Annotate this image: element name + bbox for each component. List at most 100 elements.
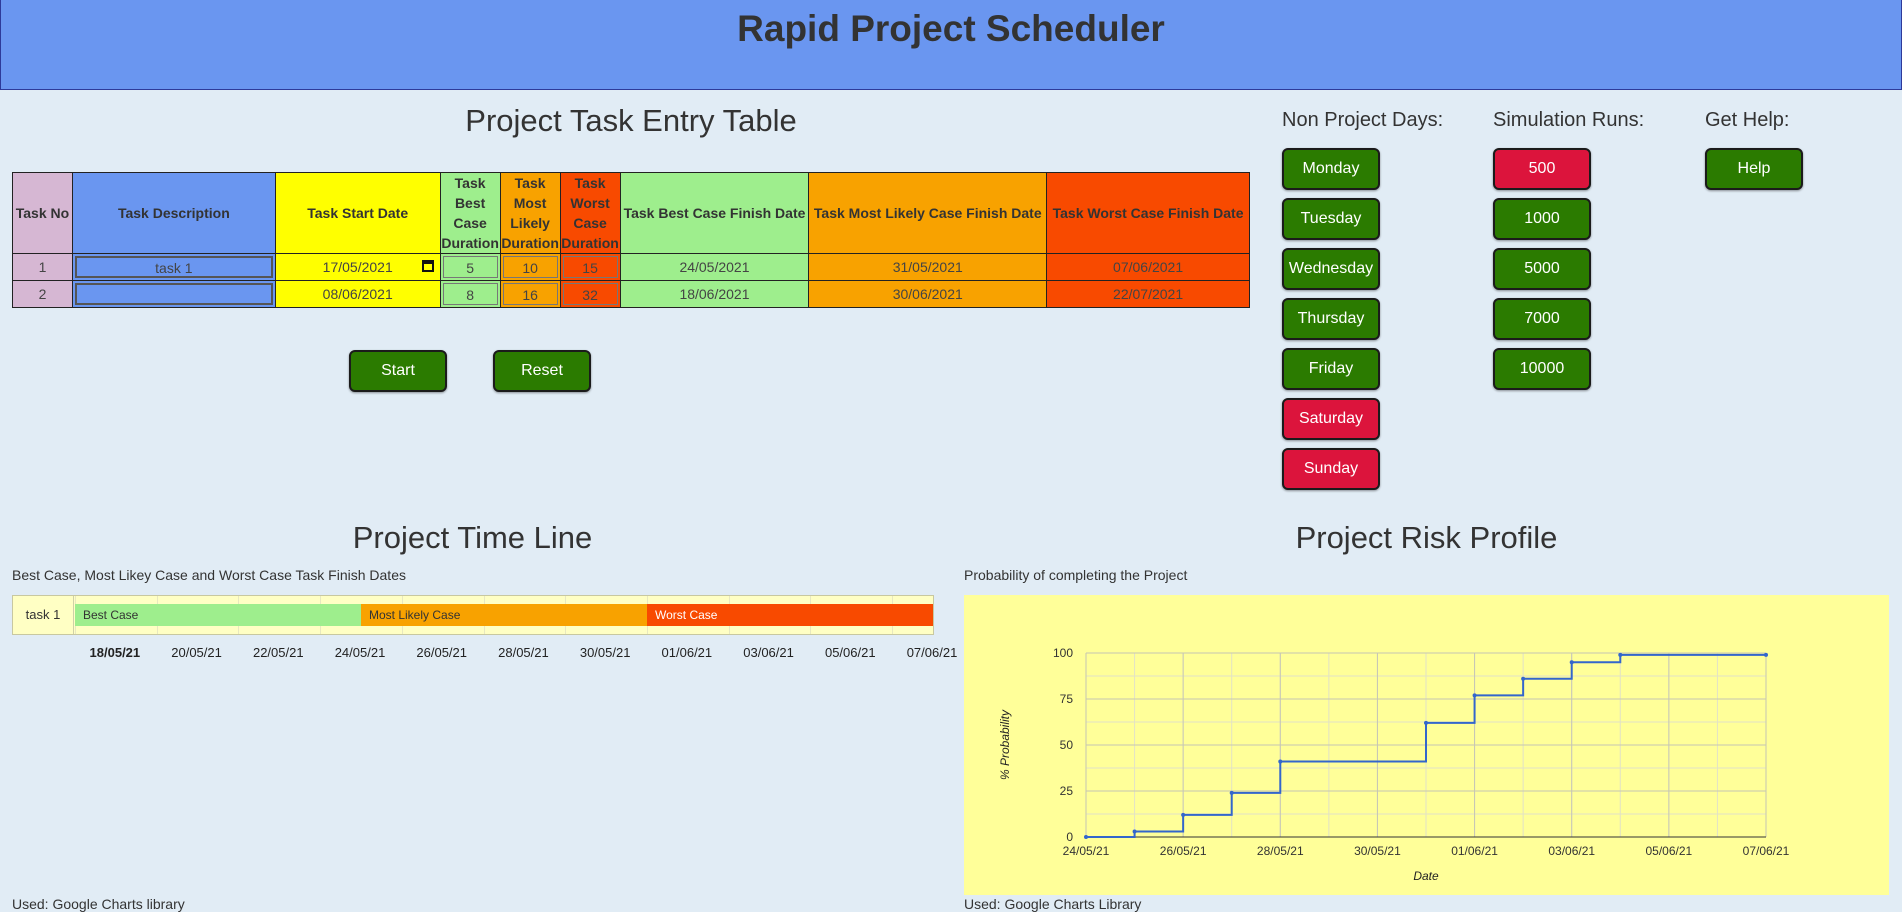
runs-button-1000[interactable]: 1000 [1493, 198, 1591, 240]
risk-subtitle: Probability of completing the Project [964, 567, 1188, 583]
likely-duration-input[interactable]: 16 [502, 283, 558, 305]
runs-button-10000[interactable]: 10000 [1493, 348, 1591, 390]
col-best-duration-l3: Case [453, 215, 487, 231]
worst-finish-cell: 22/07/2021 [1046, 280, 1250, 308]
timeline-bar-0[interactable]: Best Case [75, 604, 361, 626]
risk-x-tick-label: 28/05/21 [1257, 844, 1304, 858]
task-entry-table: Task No Task Description Task Start Date… [12, 172, 1250, 308]
timeline-bar-2[interactable]: Worst Case [647, 604, 933, 626]
start-button[interactable]: Start [349, 350, 447, 392]
timeline-tick-label: 18/05/21 [89, 645, 141, 660]
app-title: Rapid Project Scheduler [737, 8, 1165, 49]
calendar-icon[interactable] [421, 260, 434, 272]
worst-duration-cell: 15 [559, 253, 621, 281]
col-task-description: Task Description [71, 172, 276, 254]
col-likely-duration-l2: Most [513, 195, 547, 211]
reset-button[interactable]: Reset [493, 350, 591, 392]
timeline-tick-label: 05/06/21 [824, 645, 876, 660]
day-button-thursday[interactable]: Thursday [1282, 298, 1380, 340]
day-button-monday[interactable]: Monday [1282, 148, 1380, 190]
timeline-title: Project Time Line [352, 520, 593, 555]
best-finish-cell: 18/06/2021 [619, 280, 810, 308]
col-worst-duration-l3: Case [573, 215, 607, 231]
task-table-title: Project Task Entry Table [465, 103, 797, 138]
help-button[interactable]: Help [1705, 148, 1803, 190]
timeline-footer: Used: Google Charts library [12, 896, 185, 912]
risk-y-tick-label: 0 [1066, 830, 1073, 844]
risk-x-tick-label: 26/05/21 [1160, 844, 1207, 858]
risk-x-tick-label: 05/06/21 [1645, 844, 1692, 858]
col-best-duration-l4: Duration [441, 235, 499, 251]
col-best-duration: Task Best Case Duration [439, 172, 501, 254]
risk-chart: 24/05/21 26/05/21 28/05/21 30/05/21 01/06/21… [964, 595, 1889, 895]
task-start-date-value: 08/06/2021 [322, 286, 393, 302]
risk-data-point [1278, 759, 1283, 764]
timeline-tick-label: 24/05/21 [334, 645, 386, 660]
risk-footer: Used: Google Charts Library [964, 896, 1142, 912]
get-help-title: Get Help: [1705, 109, 1790, 131]
col-likely-finish: Task Most Likely Case Finish Date [808, 172, 1048, 254]
col-likely-duration-l4: Duration [501, 235, 559, 251]
col-worst-duration: Task Worst Case Duration [559, 172, 621, 254]
likely-duration-cell: 10 [499, 253, 561, 281]
timeline-bar-1[interactable]: Most Likely Case [361, 604, 647, 626]
risk-data-point [1084, 835, 1088, 839]
risk-y-tick-label: 100 [1053, 646, 1073, 660]
task-no-cell: 1 [12, 253, 73, 281]
timeline-tick-label: 01/06/21 [661, 645, 713, 660]
day-button-saturday[interactable]: Saturday [1282, 398, 1380, 440]
risk-data-point [1229, 790, 1234, 795]
worst-duration-cell: 32 [559, 280, 621, 308]
risk-data-point [1618, 652, 1623, 657]
day-button-tuesday[interactable]: Tuesday [1282, 198, 1380, 240]
best-duration-input[interactable]: 8 [442, 283, 498, 305]
risk-chart-svg: 24/05/21 26/05/21 28/05/21 30/05/21 01/06/21… [998, 646, 1790, 883]
worst-finish-cell: 07/06/2021 [1046, 253, 1250, 281]
runs-button-500[interactable]: 500 [1493, 148, 1591, 190]
table-row: 2 08/06/2021 8 16 32 18/06/2021 30/06/20… [12, 280, 1250, 308]
task-start-cell: 08/06/2021 [274, 280, 441, 308]
task-start-date-value: 17/05/2021 [322, 259, 393, 275]
likely-finish-cell: 31/05/2021 [808, 253, 1048, 281]
col-task-no: Task No [12, 172, 73, 254]
risk-data-point [1181, 812, 1186, 817]
col-likely-duration-l1: Task [514, 175, 546, 191]
runs-button-7000[interactable]: 7000 [1493, 298, 1591, 340]
risk-data-point [1764, 652, 1768, 657]
risk-y-tick-label: 75 [1060, 692, 1074, 706]
best-finish-cell: 24/05/2021 [619, 253, 810, 281]
risk-data-point [1569, 660, 1574, 665]
day-button-friday[interactable]: Friday [1282, 348, 1380, 390]
col-best-duration-l1: Task [454, 175, 486, 191]
risk-x-tick-label: 24/05/21 [1063, 844, 1110, 858]
timeline-tick-label: 26/05/21 [416, 645, 468, 660]
worst-duration-input[interactable]: 32 [562, 283, 618, 305]
timeline-tick-label: 03/06/21 [743, 645, 794, 660]
col-task-start-date: Task Start Date [274, 172, 441, 254]
day-button-sunday[interactable]: Sunday [1282, 448, 1380, 490]
best-duration-input[interactable]: 5 [442, 256, 498, 278]
table-row: 1 task 1 17/05/2021 5 10 15 24/05/2021 3… [12, 253, 1250, 281]
col-likely-duration: Task Most Likely Duration [499, 172, 561, 254]
timeline-tick-label: 07/06/21 [906, 645, 958, 660]
worst-duration-input[interactable]: 15 [562, 256, 618, 278]
runs-button-5000[interactable]: 5000 [1493, 248, 1591, 290]
timeline-tick-label: 20/05/21 [171, 645, 222, 660]
timeline-tick-label: 28/05/21 [498, 645, 549, 660]
task-start-date-input: 08/06/2021 [276, 282, 440, 306]
task-description-input[interactable] [74, 283, 273, 305]
risk-data-point [1132, 829, 1137, 834]
day-button-wednesday[interactable]: Wednesday [1282, 248, 1380, 290]
task-start-date-input[interactable]: 17/05/2021 [276, 255, 440, 279]
col-best-duration-l2: Best [454, 195, 486, 211]
likely-duration-input[interactable]: 10 [502, 256, 558, 278]
task-start-cell: 17/05/2021 [274, 253, 441, 281]
task-description-input[interactable]: task 1 [74, 256, 273, 278]
likely-finish-cell: 30/06/2021 [808, 280, 1048, 308]
risk-x-tick-label: 30/05/21 [1354, 844, 1401, 858]
risk-x-tick-label: 03/06/21 [1548, 844, 1595, 858]
task-no-cell: 2 [12, 280, 73, 308]
risk-x-tick-label: 07/06/21 [1743, 844, 1790, 858]
timeline-subtitle: Best Case, Most Likey Case and Worst Cas… [12, 567, 406, 583]
task-description-cell [71, 280, 276, 308]
